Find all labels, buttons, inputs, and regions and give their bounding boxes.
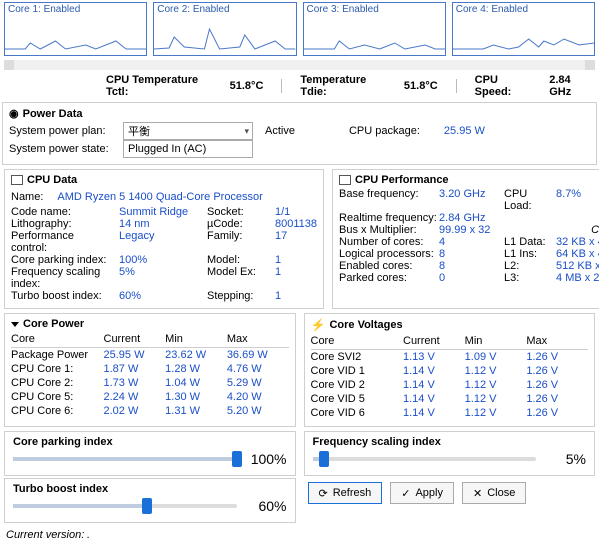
cpu-name-value: AMD Ryzen 5 1400 Quad-Core Processor [57,191,262,203]
core-graphs-row: Core 1: Enabled Core 2: Enabled Core 3: … [0,0,599,56]
table-row: Core VID 21.14 V1.12 V1.26 V [311,378,589,392]
table-row: Core VID 51.14 V1.12 V1.26 V [311,392,589,406]
refresh-button[interactable]: ⟳Refresh [308,482,383,504]
version-line: Current version: . [0,525,599,545]
turbo-boost-slider-box: Turbo boost index 60% [4,478,296,523]
button-bar: ⟳Refresh ✓Apply ✕Close [302,478,598,508]
turbo-boost-value: 60% [245,498,287,514]
close-icon: ✕ [473,487,482,500]
power-title: Power Data [23,108,83,120]
core-power-table: CoreCurrentMinMaxPackage Power25.95 W23.… [11,332,289,418]
table-row: CPU Core 6:2.02 W1.31 W5.20 W [11,404,289,418]
freq-scaling-slider[interactable] [313,457,537,461]
cpu-performance-panel: CPU Performance Base frequency:3.20 GHzC… [332,169,599,309]
core-power-title: Core Power [23,318,84,330]
tdie-value: 51.8°C [404,80,438,92]
cpu-data-grid: Code name:Summit RidgeSocket:1/1Lithogra… [11,206,317,302]
power-plan-label: System power plan: [9,125,119,137]
power-data-panel: ◉ Power Data System power plan: 平衡▾ Activ… [2,102,597,165]
power-plan-select[interactable]: 平衡▾ [123,122,253,140]
turbo-boost-slider[interactable] [13,504,237,508]
table-row: Core VID 11.14 V1.12 V1.26 V [311,364,589,378]
bolt-icon: ⚡ [311,318,326,332]
core-graph-3-title: Core 3: Enabled [304,3,445,16]
freq-scaling-title: Frequency scaling index [313,436,587,448]
apply-button[interactable]: ✓Apply [390,482,454,504]
core-graph-2-title: Core 2: Enabled [154,3,295,16]
chip-icon [11,175,23,185]
core-graph-4-title: Core 4: Enabled [453,3,594,16]
cpu-name-label: Name: [11,191,43,203]
temperature-bar: CPU Temperature Tctl: 51.8°C Temperature… [0,72,599,100]
caret-down-icon[interactable] [11,322,19,327]
core-parking-value: 100% [245,451,287,467]
core-voltages-table: CoreCurrentMinMaxCore SVI21.13 V1.09 V1.… [311,334,589,420]
core-graph-2: Core 2: Enabled [153,2,296,56]
gauge-icon: ◉ [9,107,19,120]
table-row: CPU Core 2:1.73 W1.04 W5.29 W [11,376,289,390]
graph-scrollbar[interactable] [4,60,595,70]
refresh-icon: ⟳ [319,487,328,500]
chevron-down-icon: ▾ [244,126,249,137]
table-row: Core SVI21.13 V1.09 V1.26 V [311,350,589,365]
cpu-package-label: CPU package: [349,125,420,137]
table-row: Package Power25.95 W23.62 W36.69 W [11,348,289,363]
speed-label: CPU Speed: [475,74,532,98]
core-parking-title: Core parking index [13,436,287,448]
core-parking-slider-box: Core parking index 100% [4,431,296,476]
cpu-data-title: CPU Data [27,174,77,186]
core-graph-3: Core 3: Enabled [303,2,446,56]
chip-icon [339,175,351,185]
core-parking-slider[interactable] [13,457,237,461]
perf-grid: Base frequency:3.20 GHzCPU Load:8.7%Real… [339,188,599,284]
core-voltages-title: Core Voltages [329,319,402,331]
core-power-panel: Core Power CoreCurrentMinMaxPackage Powe… [4,313,296,427]
power-plan-status: Active [265,125,295,137]
tdie-label: Temperature Tdie: [300,74,386,98]
check-icon: ✓ [401,487,410,500]
turbo-boost-title: Turbo boost index [13,483,287,495]
table-row: Core VID 61.14 V1.12 V1.26 V [311,406,589,420]
cpu-data-panel: CPU Data Name: AMD Ryzen 5 1400 Quad-Core… [4,169,324,309]
tctl-label: CPU Temperature Tctl: [106,74,212,98]
freq-scaling-slider-box: Frequency scaling index 5% [304,431,596,476]
cpu-package-value: 25.95 W [444,125,485,137]
core-voltages-panel: ⚡Core Voltages CoreCurrentMinMaxCore SVI… [304,313,596,427]
core-graph-1-title: Core 1: Enabled [5,3,146,16]
table-row: CPU Core 5:2.24 W1.30 W4.20 W [11,390,289,404]
tctl-value: 51.8°C [230,80,264,92]
core-graph-4: Core 4: Enabled [452,2,595,56]
core-graph-1: Core 1: Enabled [4,2,147,56]
close-button[interactable]: ✕Close [462,482,526,504]
freq-scaling-value: 5% [544,451,586,467]
speed-value: 2.84 GHz [549,74,591,98]
table-row: CPU Core 1:1.87 W1.28 W4.76 W [11,362,289,376]
power-state-label: System power state: [9,143,119,155]
power-state-select[interactable]: Plugged In (AC) [123,140,253,158]
cpu-perf-title: CPU Performance [355,174,449,186]
